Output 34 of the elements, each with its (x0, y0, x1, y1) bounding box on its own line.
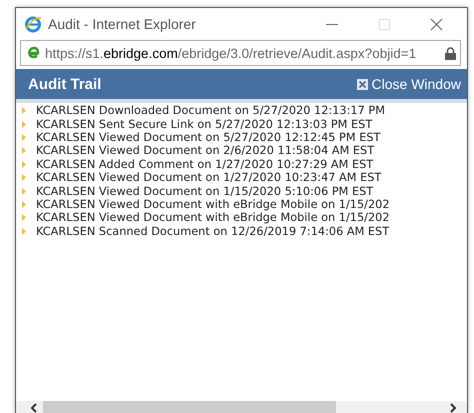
horizontal-scrollbar[interactable] (16, 401, 467, 413)
page-logo-icon (25, 45, 41, 61)
browser-logo-icon (24, 15, 42, 33)
bullet-icon (22, 134, 26, 141)
audit-entry: KCARLSEN Sent Secure Link on 5/27/2020 12:13:03 PM EST (36, 118, 372, 131)
bullet-icon (22, 147, 26, 154)
audit-entry: KCARLSEN Scanned Document on 12/26/2019 7:14:06 AM EST (36, 224, 390, 238)
url-text: https://s1.ebridge.com/ebridge/3.0/retrieve/Audit.aspx?objid=1 (45, 46, 418, 60)
close-window-button[interactable]: Close Window (356, 76, 461, 92)
audit-entry: KCARLSEN Viewed Document with eBridge Mobile on 1/15/202 (36, 198, 390, 211)
audit-entry: KCARLSEN Viewed Document on 1/27/2020 10:23:47 AM EST (36, 171, 382, 184)
audit-entry: KCARLSEN Viewed Document on 5/27/2020 12:12:45 PM EST (36, 130, 380, 144)
window-title: Audit - Internet Explorer (48, 16, 197, 32)
audit-entry: KCARLSEN Added Comment on 1/27/2020 10:27:29 AM EST (36, 158, 374, 171)
bullet-icon (22, 120, 26, 128)
bullet-icon (22, 107, 26, 114)
bullet-icon (22, 200, 26, 208)
audit-entry: KCARLSEN Downloaded Document on 5/27/2020 12:13:17 PM (36, 104, 385, 118)
close-icon (356, 78, 368, 90)
scrollbar-thumb[interactable] (43, 401, 336, 413)
bullet-icon (22, 160, 26, 168)
bullet-icon (22, 214, 26, 222)
scroll-left-icon[interactable] (30, 402, 37, 412)
audit-entry: KCARLSEN Viewed Document with eBridge Mobile on 1/15/202 (36, 211, 390, 224)
scroll-right-icon[interactable] (450, 402, 457, 412)
header-title: Audit Trail (28, 76, 102, 92)
bullet-icon (22, 228, 26, 235)
bullet-icon (22, 174, 26, 182)
lock-icon (445, 46, 456, 60)
bullet-icon (22, 188, 26, 195)
audit-entry: KCARLSEN Viewed Document on 2/6/2020 11:58:04 AM EST (36, 144, 374, 158)
audit-entry: KCARLSEN Viewed Document on 1/15/2020 5:10:06 PM EST (36, 184, 374, 198)
close-icon[interactable] (430, 18, 442, 30)
address-bar[interactable]: https://s1.ebridge.com/ebridge/3.0/retrieve/Audit.aspx?objid=1 (20, 40, 461, 66)
